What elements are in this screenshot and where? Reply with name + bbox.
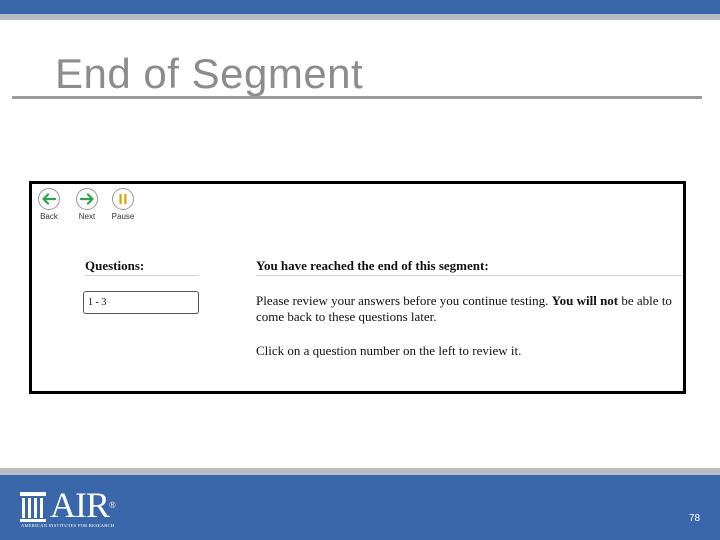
questions-divider <box>85 275 199 276</box>
logo-text: AIR® <box>50 484 116 526</box>
arrow-right-icon <box>76 188 98 210</box>
click-instructions: Click on a question number on the left t… <box>256 343 522 358</box>
slide-title: End of Segment <box>55 50 364 97</box>
pause-button[interactable]: Pause <box>108 188 138 221</box>
arrow-left-icon <box>38 188 60 210</box>
questions-heading: Questions: <box>85 258 145 273</box>
top-band <box>0 0 720 14</box>
embedded-screenshot: Back Next Pause Questions: 1 - 3 You hav… <box>29 181 686 394</box>
review-text-bold: You will not <box>551 293 619 308</box>
back-button[interactable]: Back <box>34 188 64 221</box>
review-instructions: Please review your answers before you co… <box>256 293 683 325</box>
back-label: Back <box>40 212 58 221</box>
review-text-start: Please review your answers before you co… <box>256 293 552 308</box>
air-logo: AIR® AMERICAN INSTITUTES FOR RESEARCH <box>20 485 130 532</box>
next-label: Next <box>78 212 96 221</box>
page-number: 78 <box>689 513 701 524</box>
segment-divider <box>256 275 683 276</box>
segment-heading: You have reached the end of this segment… <box>256 258 489 273</box>
bottom-band-line <box>0 468 720 475</box>
next-button[interactable]: Next <box>72 188 102 221</box>
logo-subtitle: AMERICAN INSTITUTES FOR RESEARCH <box>21 523 115 528</box>
title-divider <box>12 96 702 99</box>
top-band-line <box>0 14 720 20</box>
building-icon <box>20 492 46 522</box>
pause-label: Pause <box>111 212 135 221</box>
pause-icon <box>112 188 134 210</box>
registered-mark: ® <box>109 500 116 510</box>
logo-letters: AIR <box>50 485 110 525</box>
question-range-button[interactable]: 1 - 3 <box>83 291 199 314</box>
